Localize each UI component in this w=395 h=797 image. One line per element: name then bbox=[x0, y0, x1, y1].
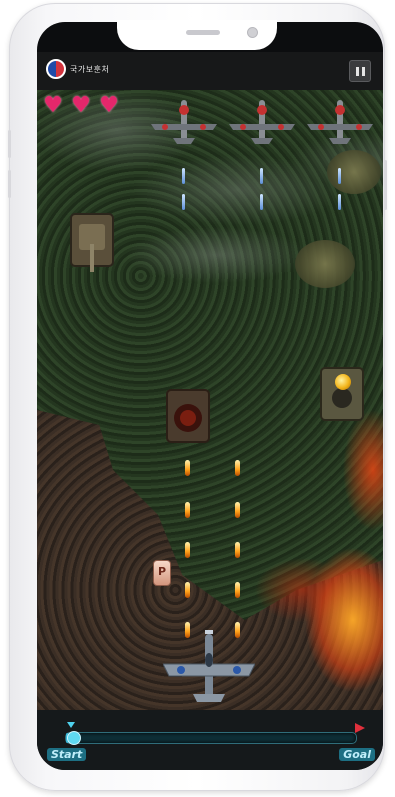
enemy-tank bbox=[70, 213, 114, 272]
player-bullet bbox=[185, 542, 190, 558]
life-heart-icon: ♥ bbox=[43, 93, 63, 118]
goal-label: Goal bbox=[339, 748, 375, 761]
player-bullet bbox=[185, 582, 190, 598]
enemy-bullet bbox=[182, 194, 185, 210]
life-heart-icon: ♥ bbox=[99, 93, 119, 118]
progress-marker-icon bbox=[67, 722, 75, 728]
progress-knob bbox=[66, 731, 81, 745]
powerup-item[interactable]: P bbox=[153, 560, 171, 586]
top-bar: 국가보훈처 bbox=[37, 52, 383, 90]
player-plane[interactable] bbox=[163, 630, 255, 710]
stage-progress: Start Goal bbox=[37, 710, 383, 770]
pause-icon bbox=[355, 66, 359, 76]
destroyed-tank bbox=[166, 389, 210, 443]
life-heart-icon: ♥ bbox=[71, 93, 91, 118]
player-bullet bbox=[235, 460, 240, 476]
player-bullet bbox=[235, 582, 240, 598]
lava-fire bbox=[243, 390, 383, 710]
gold-coin bbox=[335, 374, 351, 390]
brand-logo: 국가보훈처 bbox=[46, 59, 109, 79]
player-bullet bbox=[235, 502, 240, 518]
player-bullet bbox=[185, 460, 190, 476]
enemy-plane bbox=[229, 100, 295, 144]
taeguk-logo-icon bbox=[46, 59, 66, 79]
game-screen: 국가보훈처 ♥ ♥ ♥ P Start Goal bbox=[37, 22, 383, 770]
enemy-plane bbox=[151, 100, 217, 144]
volume-up-button bbox=[8, 130, 11, 158]
enemy-bullet bbox=[260, 194, 263, 210]
enemy-bullet bbox=[338, 168, 341, 184]
power-button bbox=[384, 160, 387, 210]
speaker-grille bbox=[186, 30, 220, 35]
play-field[interactable]: ♥ ♥ ♥ P bbox=[37, 90, 383, 710]
enemy-plane bbox=[307, 100, 373, 144]
tree-clump bbox=[295, 240, 355, 288]
enemy-bullet bbox=[182, 168, 185, 184]
pause-button[interactable] bbox=[349, 60, 371, 82]
enemy-bullet bbox=[260, 168, 263, 184]
tree-clump bbox=[327, 150, 381, 194]
progress-track bbox=[65, 731, 357, 745]
start-label: Start bbox=[47, 748, 87, 761]
enemy-bullet bbox=[338, 194, 341, 210]
front-camera bbox=[247, 27, 258, 38]
logo-text: 국가보훈처 bbox=[70, 64, 110, 74]
goal-flag-icon bbox=[355, 723, 365, 733]
volume-down-button bbox=[8, 170, 11, 198]
player-bullet bbox=[185, 502, 190, 518]
player-bullet bbox=[235, 542, 240, 558]
